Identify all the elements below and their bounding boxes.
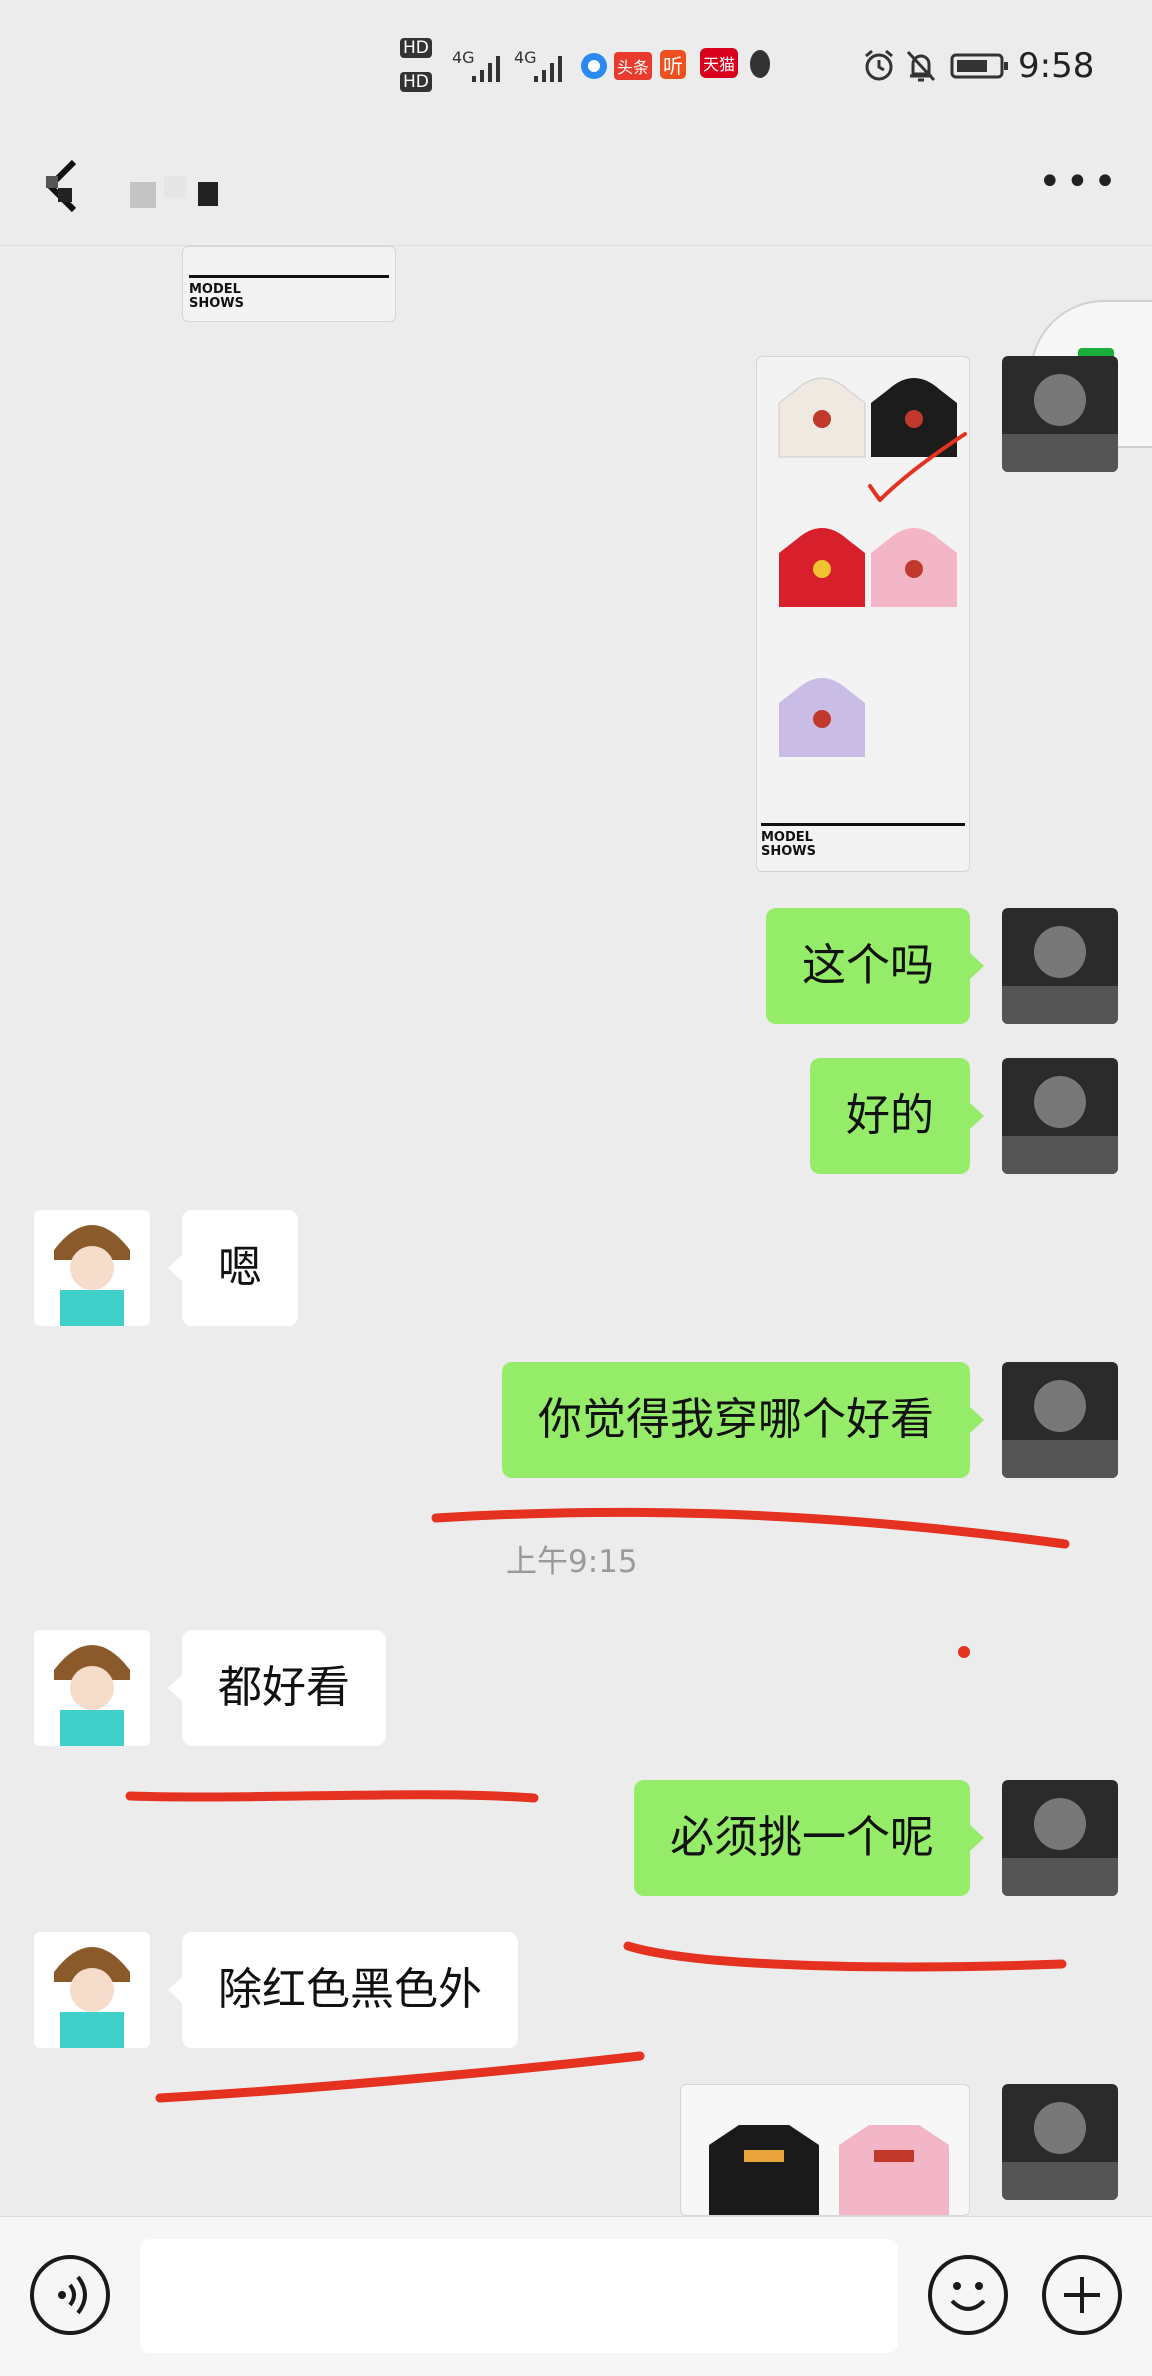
my-avatar[interactable]	[1002, 1362, 1118, 1478]
hd1-label: HD	[400, 38, 432, 58]
contact-avatar[interactable]	[34, 1932, 150, 2048]
message-bubble-sent[interactable]: 你觉得我穿哪个好看	[502, 1362, 984, 1478]
red-annotation-strokes	[125, 432, 1070, 2103]
more-dots-icon[interactable]: •••	[1038, 162, 1121, 202]
my-avatar[interactable]	[1002, 356, 1118, 472]
my-avatar[interactable]	[1002, 2084, 1118, 2200]
signal-icon	[472, 56, 500, 82]
emoji-icon[interactable]	[928, 2255, 1008, 2335]
sent-image-hoodies[interactable]: MODEL SHOWS	[756, 356, 970, 872]
plus-icon[interactable]	[1042, 2255, 1122, 2335]
hoodie-product-image	[778, 377, 957, 757]
sent-image-sweatshirts[interactable]	[680, 2084, 970, 2216]
back-arrow-icon[interactable]	[40, 156, 90, 216]
message-bubble-sent[interactable]: 必须挑一个呢	[634, 1780, 984, 1896]
browser-app-icon	[581, 53, 607, 79]
model-shows-caption: MODEL SHOWS	[189, 282, 244, 311]
tmall-app-icon: 天猫	[700, 48, 739, 78]
received-image[interactable]: MODEL SHOWS	[182, 246, 396, 322]
message-bubble-received[interactable]: 嗯	[168, 1210, 298, 1326]
clock: 9:58	[1018, 46, 1095, 86]
voice-icon[interactable]	[30, 2255, 110, 2335]
mute-notification-icon	[906, 50, 936, 82]
chat-header: •••	[0, 130, 1152, 246]
signal-icon	[534, 56, 562, 82]
alarm-icon	[865, 49, 893, 81]
message-input[interactable]	[140, 2239, 898, 2353]
contact-name	[130, 176, 230, 210]
listen-app-icon: 听	[660, 50, 686, 79]
contact-avatar[interactable]	[34, 1210, 150, 1326]
message-bubble-received[interactable]: 都好看	[168, 1630, 386, 1746]
message-bubble-sent[interactable]: 好的	[810, 1058, 984, 1174]
input-bar	[0, 2216, 1152, 2376]
message-bubble-sent[interactable]: 这个吗	[766, 908, 984, 1024]
hd2-label: HD	[400, 72, 432, 92]
sweatshirt-product-image	[709, 2125, 949, 2215]
message-bubble-received[interactable]: 除红色黑色外	[168, 1932, 518, 2048]
status-bar: HD HD 4G 4G 头条 听 天猫 9:58	[0, 0, 1152, 130]
qq-icon	[750, 50, 770, 78]
model-shows-caption: MODEL SHOWS	[761, 830, 816, 859]
my-avatar[interactable]	[1002, 1058, 1118, 1174]
message-timestamp: 上午9:15	[506, 1544, 638, 1580]
battery-icon	[950, 53, 1008, 79]
contact-avatar[interactable]	[34, 1630, 150, 1746]
toutiao-app-icon: 头条	[614, 52, 653, 80]
my-avatar[interactable]	[1002, 1780, 1118, 1896]
my-avatar[interactable]	[1002, 908, 1118, 1024]
